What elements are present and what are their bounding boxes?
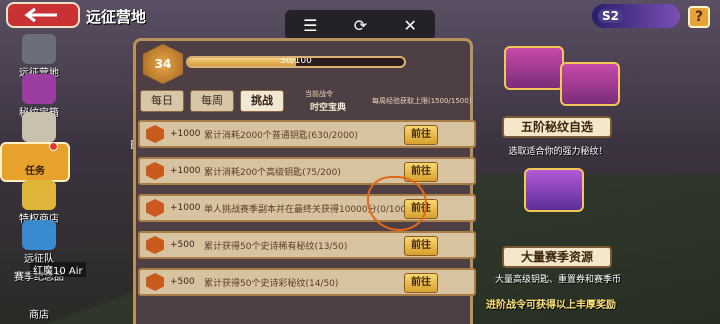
pass-value: 时空宝典: [310, 103, 347, 113]
promo-text-2: 大量高级钥匙、重置券和赛季币: [494, 275, 621, 285]
xp-bar: 50/100: [186, 56, 406, 68]
task-xp: +1000: [170, 203, 201, 213]
go-button[interactable]: 前往: [404, 236, 438, 256]
promo-footer: 进阶战令可获得以上丰厚奖励: [486, 300, 616, 311]
task-desc: 累计获得50个史诗彩秘纹(14/50): [204, 278, 339, 289]
page-title: 远征营地: [86, 8, 147, 26]
sidebar-item-shop[interactable]: 特权商店: [8, 180, 70, 225]
task-desc: 累计获得50个史诗稀有秘纹(13/50): [204, 241, 348, 252]
chest-icon: [22, 74, 56, 104]
notification-dot: [49, 142, 58, 151]
task-xp: +1000: [170, 129, 201, 139]
task-xp: +1000: [170, 166, 201, 176]
close-icon[interactable]: ✕: [403, 16, 416, 35]
chest-icon: [560, 62, 620, 106]
tab-daily[interactable]: 每日: [140, 90, 184, 112]
task-desc: 累计消耗2000个普通钥匙(630/2000): [204, 130, 359, 141]
promo-text-1: 选取适合你的强力秘纹！: [508, 147, 608, 157]
tab-weekly[interactable]: 每周: [190, 90, 234, 112]
xp-icon: [146, 199, 164, 217]
back-button[interactable]: [6, 2, 80, 28]
task-row: +500 累计获得50个史诗稀有秘纹(13/50) 前往: [138, 231, 476, 259]
shop-icon: [22, 180, 56, 210]
pass-label: 当前战令: [305, 90, 333, 98]
back-arrow-icon: [24, 7, 57, 23]
tab-group: 每日 每周 挑战: [140, 90, 284, 112]
help-button[interactable]: ?: [688, 6, 710, 28]
pass-icon: [22, 112, 56, 142]
season-badge[interactable]: S2: [592, 4, 680, 28]
sidebar-item-tasks[interactable]: 任务: [0, 142, 70, 182]
xp-icon: [146, 162, 164, 180]
xp-icon: [146, 273, 164, 291]
menu-icon[interactable]: ☰: [303, 16, 317, 35]
sidebar-item-team[interactable]: 远征队: [8, 220, 70, 265]
task-row: +1000 累计消耗200个高级钥匙(75/200) 前往: [138, 157, 476, 185]
promo-banner-2: 大量赛季资源: [502, 246, 612, 268]
tab-challenge[interactable]: 挑战: [240, 90, 284, 112]
resource-icon: [524, 168, 584, 212]
streamer-tag: 红魔10 Air: [30, 262, 86, 277]
sidebar-item-camp[interactable]: 远征营地: [8, 34, 70, 79]
team-icon: [22, 220, 56, 250]
xp-icon: [146, 125, 164, 143]
task-xp: +500: [170, 277, 195, 287]
xp-text: 50/100: [280, 56, 312, 66]
camp-icon: [22, 34, 56, 64]
task-desc: 累计消耗200个高级钥匙(75/200): [204, 167, 341, 178]
sidebar-label: 商店: [29, 310, 49, 321]
task-xp: +500: [170, 240, 195, 250]
chest-icon: [504, 46, 564, 90]
rotate-icon[interactable]: ⟳: [354, 16, 367, 35]
task-row: +1000 累计消耗2000个普通钥匙(630/2000) 前往: [138, 120, 476, 148]
control-bar: ☰ ⟳ ✕: [285, 10, 435, 40]
promo-panel: 五阶秘纹自选 选取适合你的强力秘纹！ 大量赛季资源 大量高级钥匙、重置券和赛季币: [478, 40, 638, 324]
sidebar-item-store[interactable]: 商店: [8, 306, 70, 321]
xp-icon: [146, 236, 164, 254]
sidebar-label: 任务: [25, 166, 45, 177]
sidebar: 远征营地 秘纹宝箱 战令 任务 特权商店 远征队 赛季纪念品 商店: [0, 30, 78, 324]
task-row: +500 累计获得50个史诗彩秘纹(14/50) 前往: [138, 268, 476, 296]
go-button[interactable]: 前往: [404, 273, 438, 293]
go-button[interactable]: 前往: [404, 125, 438, 145]
weekly-limit: 每周经验获取上限(1500/1500): [372, 97, 472, 105]
promo-banner-1: 五阶秘纹自选: [502, 116, 612, 138]
